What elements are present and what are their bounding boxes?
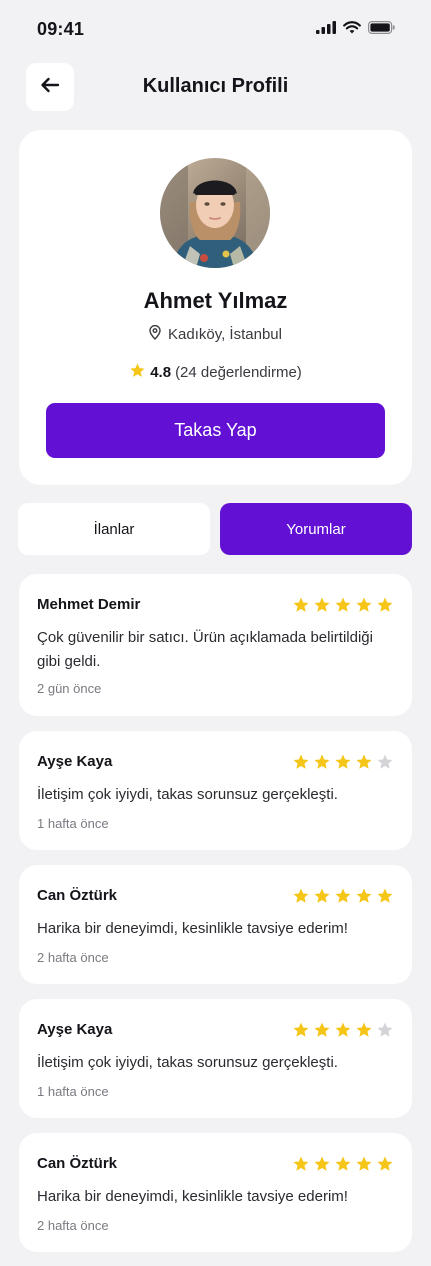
star-rating bbox=[292, 596, 394, 614]
page-title: Kullanıcı Profili bbox=[142, 75, 289, 97]
star-filled-icon bbox=[314, 1156, 330, 1171]
review-text: Harika bir deneyimdi, kesinlikle tavsiye… bbox=[37, 1188, 348, 1205]
location: Kadıköy, İstanbul bbox=[19, 324, 412, 344]
status-bar: 09:41 bbox=[0, 0, 431, 58]
star-filled-icon bbox=[335, 754, 351, 769]
battery-icon bbox=[368, 21, 395, 34]
star-filled-icon bbox=[335, 597, 351, 612]
star-filled-icon bbox=[356, 888, 372, 903]
star-filled-icon bbox=[377, 888, 393, 903]
review-card: Ayşe Kaya İletişim çok iyiydi, takas sor… bbox=[19, 999, 412, 1118]
map-pin-icon bbox=[149, 324, 161, 344]
reviewer-name: Mehmet Demir bbox=[37, 596, 141, 613]
star-filled-icon bbox=[293, 1022, 309, 1037]
star-rating bbox=[292, 1155, 394, 1173]
star-rating bbox=[292, 887, 394, 905]
reviewer-name: Ayşe Kaya bbox=[37, 753, 113, 770]
status-time: 09:41 bbox=[37, 19, 85, 39]
star-empty-icon bbox=[377, 754, 393, 769]
review-time: 1 hafta önce bbox=[37, 816, 109, 831]
review-text: Harika bir deneyimdi, kesinlikle tavsiye… bbox=[37, 920, 348, 937]
star-filled-icon bbox=[314, 888, 330, 903]
star-filled-icon bbox=[293, 597, 309, 612]
star-icon bbox=[129, 362, 146, 383]
rating-row: 4.8 (24 değerlendirme) bbox=[19, 362, 412, 383]
star-filled-icon bbox=[356, 1156, 372, 1171]
reviewer-name: Can Öztürk bbox=[37, 887, 118, 904]
rating-value: 4.8 bbox=[150, 364, 172, 381]
profile-name: Ahmet Yılmaz bbox=[143, 288, 288, 313]
location-text: Kadıköy, İstanbul bbox=[168, 326, 282, 343]
star-filled-icon bbox=[335, 1022, 351, 1037]
star-filled-icon bbox=[356, 597, 372, 612]
review-text: Çok güvenilir bir satıcı. Ürün açıklamad… bbox=[37, 629, 373, 670]
star-filled-icon bbox=[293, 888, 309, 903]
reviewer-name: Ayşe Kaya bbox=[37, 1021, 113, 1038]
review-time: 2 hafta önce bbox=[37, 1218, 109, 1233]
review-card: Can Öztürk Harika bir deneyimdi, kesinli… bbox=[19, 1133, 412, 1252]
trade-button[interactable]: Takas Yap bbox=[46, 403, 385, 458]
review-time: 2 gün önce bbox=[37, 681, 102, 696]
tab-reviews[interactable]: Yorumlar bbox=[220, 503, 412, 555]
reviewer-name: Can Öztürk bbox=[37, 1155, 118, 1172]
star-filled-icon bbox=[314, 597, 330, 612]
wifi-icon bbox=[343, 21, 361, 34]
review-time: 1 hafta önce bbox=[37, 1084, 109, 1099]
star-empty-icon bbox=[377, 1022, 393, 1037]
star-filled-icon bbox=[356, 754, 372, 769]
review-card: Mehmet Demir Çok güvenilir bir satıcı. Ü… bbox=[19, 574, 412, 716]
tab-reviews-label: Yorumlar bbox=[286, 520, 346, 538]
star-filled-icon bbox=[293, 754, 309, 769]
star-filled-icon bbox=[356, 1022, 372, 1037]
tab-listings[interactable]: İlanlar bbox=[18, 503, 210, 555]
star-filled-icon bbox=[314, 754, 330, 769]
tab-listings-label: İlanlar bbox=[93, 520, 135, 538]
star-rating bbox=[292, 753, 394, 771]
avatar[interactable] bbox=[160, 158, 270, 268]
review-time: 2 hafta önce bbox=[37, 950, 109, 965]
star-filled-icon bbox=[293, 1156, 309, 1171]
status-icons bbox=[316, 21, 395, 34]
review-card: Ayşe Kaya İletişim çok iyiydi, takas sor… bbox=[19, 731, 412, 850]
review-card: Can Öztürk Harika bir deneyimdi, kesinli… bbox=[19, 865, 412, 984]
star-filled-icon bbox=[335, 1156, 351, 1171]
rating-count: (24 değerlendirme) bbox=[175, 364, 302, 381]
review-text: İletişim çok iyiydi, takas sorunsuz gerç… bbox=[37, 786, 338, 803]
star-filled-icon bbox=[335, 888, 351, 903]
star-filled-icon bbox=[377, 597, 393, 612]
signal-icon bbox=[316, 21, 336, 34]
star-filled-icon bbox=[314, 1022, 330, 1037]
review-text: İletişim çok iyiydi, takas sorunsuz gerç… bbox=[37, 1054, 338, 1071]
profile-card: Ahmet Yılmaz Kadıköy, İstanbul 4.8 (24 d… bbox=[19, 130, 412, 485]
star-filled-icon bbox=[377, 1156, 393, 1171]
star-rating bbox=[292, 1021, 394, 1039]
